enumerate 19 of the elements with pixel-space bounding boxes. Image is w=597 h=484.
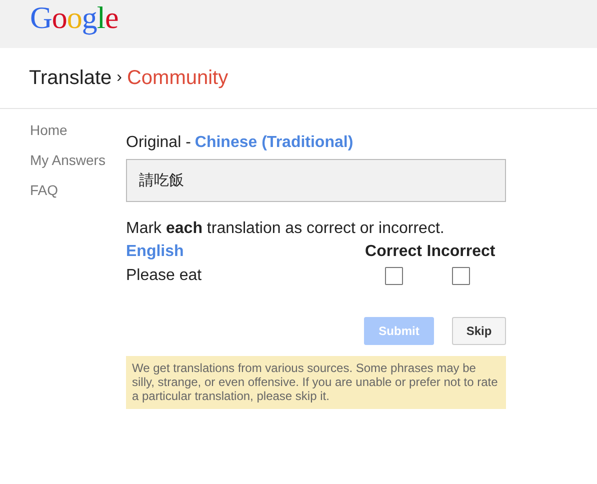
breadcrumb-link[interactable]: Translate: [29, 66, 112, 90]
column-header: English: [126, 243, 185, 261]
source-text: 請吃飯: [126, 159, 506, 202]
sidebar-link[interactable]: My Answers: [30, 151, 106, 169]
sidebar-link[interactable]: Home: [30, 121, 68, 139]
source-language: Chinese (Traditional): [194, 134, 354, 152]
translation-text: Please eat: [126, 267, 203, 285]
original-label: Original -: [126, 134, 191, 152]
action-button[interactable]: Skip: [452, 317, 506, 345]
notice-text: We get translations from various sources. Some phrases may be silly, strange, or even offensive. If you are unable or prefer not to rate a particular translation, please skip it.: [126, 356, 506, 409]
column-header: Incorrect: [426, 243, 496, 261]
logo[interactable]: Google: [30, 0, 118, 36]
breadcrumb-separator: ›: [116, 69, 122, 87]
column-header: Correct: [365, 243, 422, 261]
correct-checkbox[interactable]: [384, 267, 402, 285]
instruction-text: Mark each translation as correct or incorrect.: [126, 220, 446, 238]
incorrect-checkbox[interactable]: [452, 267, 470, 285]
sidebar-link[interactable]: FAQ: [30, 181, 58, 199]
breadcrumb-current: Community: [126, 66, 228, 90]
